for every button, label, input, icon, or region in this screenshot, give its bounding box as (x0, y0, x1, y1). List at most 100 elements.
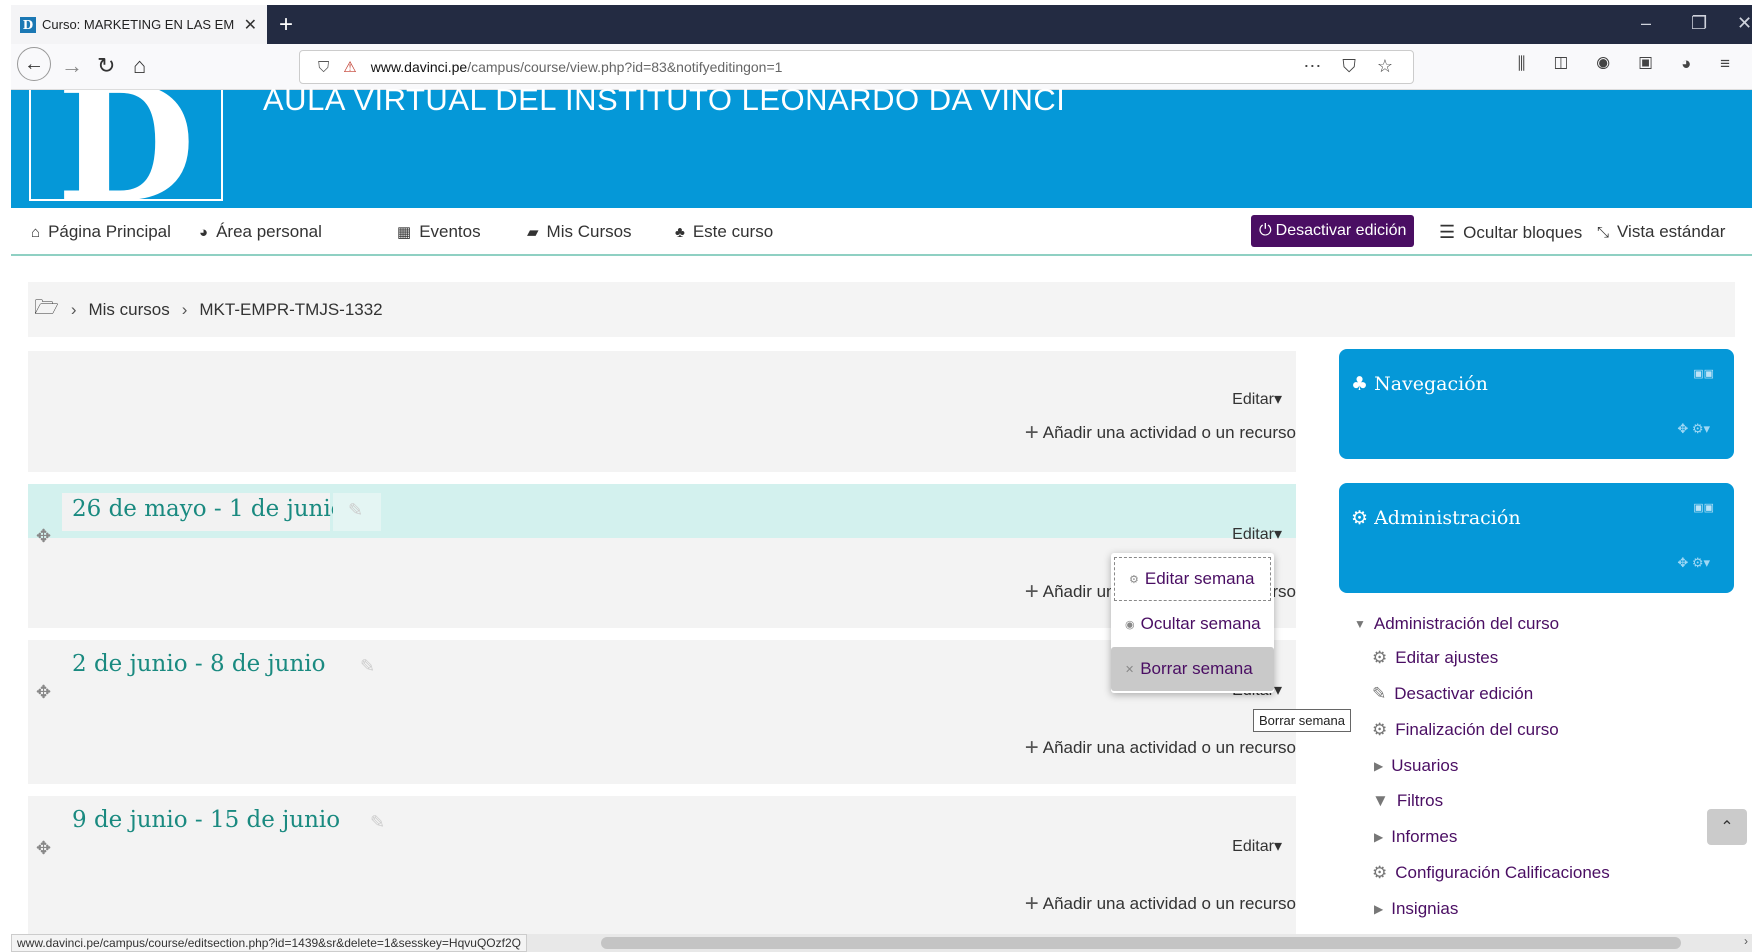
pencil-icon[interactable]: ✎ (360, 656, 375, 677)
menu-label: Mis Cursos (546, 222, 632, 241)
add-activity-link[interactable]: +Añadir una actividad o un recurso (1025, 890, 1296, 918)
administration-block: ⚙ Administración ▣▣ ✥ ⚙▾ (1339, 483, 1734, 593)
tab-title: Curso: MARKETING EN LAS EM (42, 17, 235, 32)
course-section-week-3: 9 de junio - 15 de junio ✎ ✥ Editar▾ + Añ… (28, 796, 1296, 934)
tree-item-course-completion[interactable]: ⚙ Finalización del curso (1372, 720, 1559, 740)
block-dock-icon[interactable]: ▣▣ (1693, 367, 1714, 380)
standard-view-button[interactable]: ⤡ Vista estándar (1597, 222, 1725, 242)
hide-blocks-label: Ocultar bloques (1463, 222, 1583, 242)
site-logo[interactable]: D (29, 90, 223, 201)
edit-menu-link[interactable]: Editar▾ (1232, 524, 1282, 544)
gear-icon: ⚙ (1372, 720, 1388, 739)
close-window-button[interactable]: ✕ (1737, 13, 1752, 34)
add-activity-link[interactable]: +Añadir una actividad o un recurso (1025, 419, 1296, 447)
menu-item-my-courses[interactable]: ▰ Mis Cursos (527, 222, 632, 242)
main-menu: ⌂ Página Principal ◕ Área personal ▦ Evento… (11, 208, 1752, 256)
horizontal-scrollbar[interactable] (601, 937, 1681, 949)
folder-icon[interactable]: 🗁 (34, 293, 59, 327)
standard-view-label: Vista estándar (1617, 222, 1726, 241)
block-actions-icon[interactable]: ✥ ⚙▾ (1677, 555, 1710, 571)
pencil-icon[interactable]: ✎ (370, 812, 385, 833)
tree-item-edit-settings[interactable]: ⚙ Editar ajustes (1372, 648, 1498, 668)
back-button[interactable]: ← (17, 47, 51, 81)
deactivate-editing-button[interactable]: ⏻ Desactivar edición (1251, 215, 1415, 247)
tree-item-filters[interactable]: ▼ Filtros (1372, 791, 1443, 811)
section-title[interactable]: 2 de junio - 8 de junio (72, 651, 326, 677)
caret-right-icon: ▶ (1374, 830, 1384, 844)
chevron-up-icon: ⌃ (1720, 819, 1734, 836)
menu-item-events[interactable]: ▦ Eventos (397, 222, 481, 242)
shield-icon: ⛉ (318, 58, 330, 76)
pencil-icon[interactable]: ✎ (348, 500, 363, 521)
edit-menu-link[interactable]: Editar▾ (1232, 389, 1282, 409)
tree-label: Finalización del curso (1395, 720, 1559, 739)
administration-block-title[interactable]: ⚙ Administración (1351, 507, 1521, 529)
forward-button[interactable]: → (61, 53, 83, 79)
move-icon[interactable]: ✥ (36, 682, 51, 703)
tree-item-users[interactable]: ▶ Usuarios (1374, 756, 1458, 776)
menu-item-edit-week[interactable]: ⚙ Editar semana (1114, 557, 1271, 601)
menu-item-hide-week[interactable]: ◉ Ocultar semana (1111, 602, 1274, 646)
menu-label: Página Principal (48, 222, 171, 241)
close-tab-icon[interactable]: ✕ (244, 15, 257, 35)
home-icon[interactable]: ⌂ (133, 53, 146, 79)
reload-button[interactable]: ↻ (97, 53, 115, 79)
block-dock-icon[interactable]: ▣▣ (1693, 501, 1714, 514)
scroll-right-icon[interactable]: › (1744, 934, 1748, 948)
navigation-block-title[interactable]: ♣ Navegación (1351, 373, 1488, 395)
tree-label: Desactivar edición (1394, 684, 1534, 703)
scroll-to-top-button[interactable]: ⌃ (1707, 809, 1747, 845)
breadcrumb-course[interactable]: MKT-EMPR-TMJS-1332 (199, 300, 382, 320)
home-icon: ⌂ (31, 223, 41, 241)
breadcrumb-separator: › (181, 299, 188, 319)
toolbar-icons[interactable]: ⫼ ◫ ◉ ▣ ◕ ≡ (1518, 54, 1742, 74)
eye-icon: ◉ (1125, 618, 1135, 631)
tree-label: Usuarios (1391, 756, 1459, 775)
menu-label: Este curso (692, 222, 774, 241)
minimize-button[interactable]: – (1641, 13, 1651, 34)
tree-item-grade-settings[interactable]: ⚙ Configuración Calificaciones (1372, 863, 1610, 883)
edit-label: Editar (1232, 391, 1274, 408)
restore-button[interactable]: ❐ (1691, 13, 1707, 34)
hide-blocks-button[interactable]: ☰ Ocultar bloques (1439, 222, 1582, 243)
plus-icon: + (1024, 890, 1039, 917)
block-actions-icon[interactable]: ✥ ⚙▾ (1677, 421, 1710, 437)
compress-icon: ⤡ (1597, 223, 1610, 241)
menu-item-home[interactable]: ⌂ Página Principal (31, 222, 171, 242)
tree-label: Insignias (1391, 899, 1459, 918)
browser-tab[interactable]: D Curso: MARKETING EN LAS EM ✕ (11, 5, 267, 44)
url-bar[interactable]: ⛉ ⚠ www.davinci.pe /campus/course/view.p… (299, 50, 1414, 84)
menu-item-delete-week[interactable]: ✕ Borrar semana (1111, 647, 1274, 691)
gear-icon: ⚙ (1129, 573, 1139, 586)
url-host: www.davinci.pe (370, 59, 468, 75)
menu-item-this-course[interactable]: ♣ Este curso (675, 222, 773, 242)
add-activity-link[interactable]: +Añadir una actividad o un recurso (1025, 734, 1296, 762)
menu-item-dashboard[interactable]: ◕ Área personal (199, 222, 322, 242)
tree-item-badges[interactable]: ▶ Insignias (1374, 899, 1458, 919)
close-icon: ✕ (1125, 663, 1135, 676)
status-url: www.davinci.pe/campus/course/editsection… (11, 934, 527, 952)
edit-menu-link[interactable]: Editar▾ (1232, 836, 1282, 856)
section-title[interactable]: 26 de mayo - 1 de junio (72, 496, 345, 522)
insecure-lock-icon: ⚠ (343, 59, 357, 76)
breadcrumb-my-courses[interactable]: Mis cursos (88, 300, 169, 320)
caret-right-icon: ▶ (1374, 759, 1384, 773)
tree-root-course-admin[interactable]: ▼ Administración del curso (1354, 614, 1559, 634)
plus-icon: + (1024, 578, 1039, 605)
new-tab-button[interactable]: + (279, 11, 293, 39)
tree-label: Editar ajustes (1395, 648, 1499, 667)
add-activity-label: Añadir una actividad o un recurso (1042, 423, 1296, 442)
edit-label: Editar (1232, 838, 1274, 855)
tree-item-deactivate-editing[interactable]: ✎ Desactivar edición (1372, 684, 1533, 704)
page-actions-icon[interactable]: ⋯ ⛉ ☆ (1303, 56, 1401, 77)
section-title[interactable]: 9 de junio - 15 de junio (72, 807, 340, 833)
sitemap-icon: ♣ (675, 223, 685, 241)
add-activity-label: Añadir una actividad o un recurso (1042, 894, 1296, 913)
move-icon[interactable]: ✥ (36, 526, 51, 547)
briefcase-icon: ▰ (527, 224, 539, 241)
dashboard-icon: ◕ (199, 223, 209, 241)
tree-item-reports[interactable]: ▶ Informes (1374, 827, 1457, 847)
move-icon[interactable]: ✥ (36, 838, 51, 859)
gear-icon: ⚙ (1372, 648, 1388, 667)
add-activity-label: Añadir una actividad o un recurso (1042, 738, 1296, 757)
